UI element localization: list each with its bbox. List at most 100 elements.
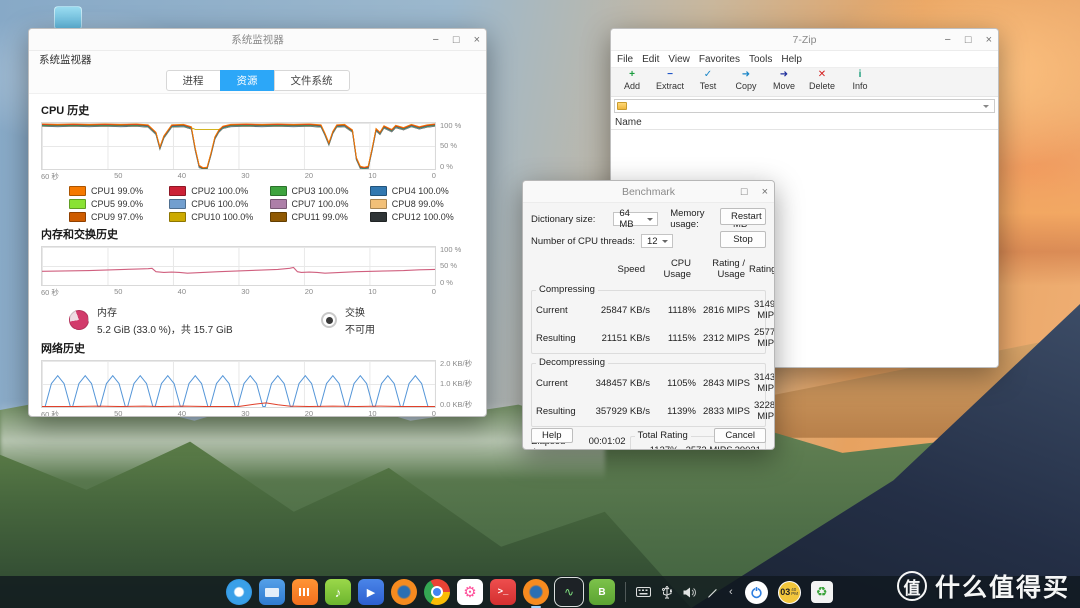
minimize-button[interactable]: − <box>944 35 950 46</box>
address-bar[interactable] <box>614 99 995 113</box>
keyboard-layout-icon[interactable] <box>636 587 651 597</box>
close-button[interactable]: × <box>474 35 480 46</box>
cpu-color-swatch <box>69 212 86 222</box>
file-list-header[interactable]: Name <box>611 115 998 130</box>
network-history-title: 网络历史 <box>41 340 476 356</box>
benchmark-titlebar[interactable]: Benchmark □ × <box>523 181 774 203</box>
seven-zip-running-icon[interactable]: B <box>589 579 615 605</box>
music-player-icon[interactable]: ♪ <box>325 579 351 605</box>
cpu-legend-item: CPU3 100.0% <box>270 186 370 196</box>
cpu-color-swatch <box>370 186 387 196</box>
maximize-button[interactable]: □ <box>453 35 460 46</box>
cpu-legend-item: CPU11 99.0% <box>270 212 370 222</box>
cpu-legend-item: CPU6 100.0% <box>169 199 269 209</box>
tab-resources[interactable]: 资源 <box>220 70 275 91</box>
seven-zip-toolbar: + Add − Extract ✓ Test ➜ Copy ➜ Move ✕ D… <box>611 67 998 97</box>
delete-button[interactable]: ✕ Delete <box>805 69 839 92</box>
cpu-color-swatch <box>169 212 186 222</box>
cpu-color-swatch <box>370 199 387 209</box>
pen-icon[interactable] <box>707 587 718 598</box>
tab-filesystems[interactable]: 文件系统 <box>274 70 350 91</box>
axis-tick: 30 <box>241 171 249 182</box>
extract-button[interactable]: − Extract <box>653 69 687 92</box>
test-button[interactable]: ✓ Test <box>691 69 725 92</box>
axis-tick: 50 % <box>440 262 476 270</box>
maximize-button[interactable]: □ <box>965 35 972 46</box>
axis-tick: 20 <box>305 409 313 417</box>
cpu-threads-select[interactable]: 12 <box>641 234 673 248</box>
volume-icon[interactable] <box>683 587 696 598</box>
copy-button[interactable]: ➜ Copy <box>729 69 763 92</box>
cpu-threads-label: Number of CPU threads: <box>531 236 635 247</box>
axis-tick: 20 <box>305 171 313 182</box>
restart-button[interactable]: Restart <box>720 208 766 225</box>
menu-favorites[interactable]: Favorites <box>699 54 740 65</box>
axis-tick: 30 <box>241 409 249 417</box>
app-store-icon[interactable] <box>292 579 318 605</box>
close-button[interactable]: × <box>986 35 992 46</box>
clock[interactable]: 03 40 PM <box>778 581 801 604</box>
chrome-icon[interactable] <box>424 579 450 605</box>
cpu-legend-item: CPU5 99.0% <box>69 199 169 209</box>
seven-zip-title: 7-Zip <box>793 34 817 46</box>
tray-collapse-icon[interactable]: ‹ <box>729 586 733 598</box>
system-tray: ‹ <box>636 586 733 599</box>
power-button[interactable] <box>745 581 768 604</box>
axis-tick: 0 <box>432 171 436 182</box>
launcher-icon[interactable] <box>226 579 252 605</box>
menu-view[interactable]: View <box>668 54 690 65</box>
cpu-color-swatch <box>270 186 287 196</box>
close-button[interactable]: × <box>762 187 768 198</box>
cpu-history-chart <box>41 122 436 170</box>
cpu-color-swatch <box>69 199 86 209</box>
menu-system-monitor[interactable]: 系统监视器 <box>39 52 92 67</box>
axis-tick: 20 <box>305 287 313 298</box>
menu-edit[interactable]: Edit <box>642 54 659 65</box>
menu-help[interactable]: Help <box>781 54 802 65</box>
cpu-legend-item: CPU9 97.0% <box>69 212 169 222</box>
menu-file[interactable]: File <box>617 54 633 65</box>
memory-legend: 内存 5.2 GiB (33.0 %)，共 15.7 GiB 交换 不可用 <box>69 304 476 336</box>
axis-tick: 40 <box>178 171 186 182</box>
system-monitor-running-icon[interactable]: ∿ <box>556 579 582 605</box>
trash-icon[interactable]: ♻ <box>811 581 833 603</box>
usb-device-icon[interactable] <box>662 586 672 599</box>
stop-button[interactable]: Stop <box>720 231 766 248</box>
column-cpu-usage: CPU Usage <box>649 258 693 280</box>
taskbar-apps: ♪ ▶ ⚙ >_ ∿ B <box>226 579 615 605</box>
file-manager-icon[interactable] <box>259 579 285 605</box>
axis-tick: 10 <box>368 287 376 298</box>
video-player-icon[interactable]: ▶ <box>358 579 384 605</box>
table-row: Current 348457 KB/s 1105% 2843 MIPS 3143… <box>536 372 761 422</box>
menu-tools[interactable]: Tools <box>749 54 772 65</box>
axis-tick: 10 <box>368 171 376 182</box>
tab-processes[interactable]: 进程 <box>166 70 221 91</box>
total-rating-usage: 2572 MIPS <box>681 445 733 450</box>
swap-label: 交换 <box>345 304 375 319</box>
system-monitor-titlebar[interactable]: 系统监视器 − □ × <box>29 29 486 51</box>
maximize-button[interactable]: □ <box>741 187 748 198</box>
firefox-running-icon[interactable] <box>523 579 549 605</box>
dictionary-size-select[interactable]: 64 MB <box>613 212 658 226</box>
cancel-button[interactable]: Cancel <box>714 428 766 443</box>
terminal-icon[interactable]: >_ <box>490 579 516 605</box>
cpu-legend: CPU1 99.0%CPU2 100.0%CPU3 100.0%CPU4 100… <box>69 186 470 222</box>
add-button[interactable]: + Add <box>615 69 649 92</box>
minimize-button[interactable]: − <box>432 35 438 46</box>
firefox-icon[interactable] <box>391 579 417 605</box>
cpu-color-swatch <box>370 212 387 222</box>
cpu-color-swatch <box>69 186 86 196</box>
help-button[interactable]: Help <box>531 428 573 443</box>
memory-label: 内存 <box>97 304 233 319</box>
delete-icon: ✕ <box>818 69 826 81</box>
cpu-legend-label: CPU3 100.0% <box>292 186 349 196</box>
memory-usage-label: Memory usage: <box>670 208 727 230</box>
info-button[interactable]: i Info <box>843 69 877 92</box>
move-icon: ➜ <box>780 69 788 81</box>
file-icon <box>54 6 82 30</box>
control-center-icon[interactable]: ⚙ <box>457 579 483 605</box>
swap-value: 不可用 <box>345 321 375 336</box>
move-button[interactable]: ➜ Move <box>767 69 801 92</box>
cpu-legend-label: CPU5 99.0% <box>91 199 143 209</box>
seven-zip-titlebar[interactable]: 7-Zip − □ × <box>611 29 998 51</box>
